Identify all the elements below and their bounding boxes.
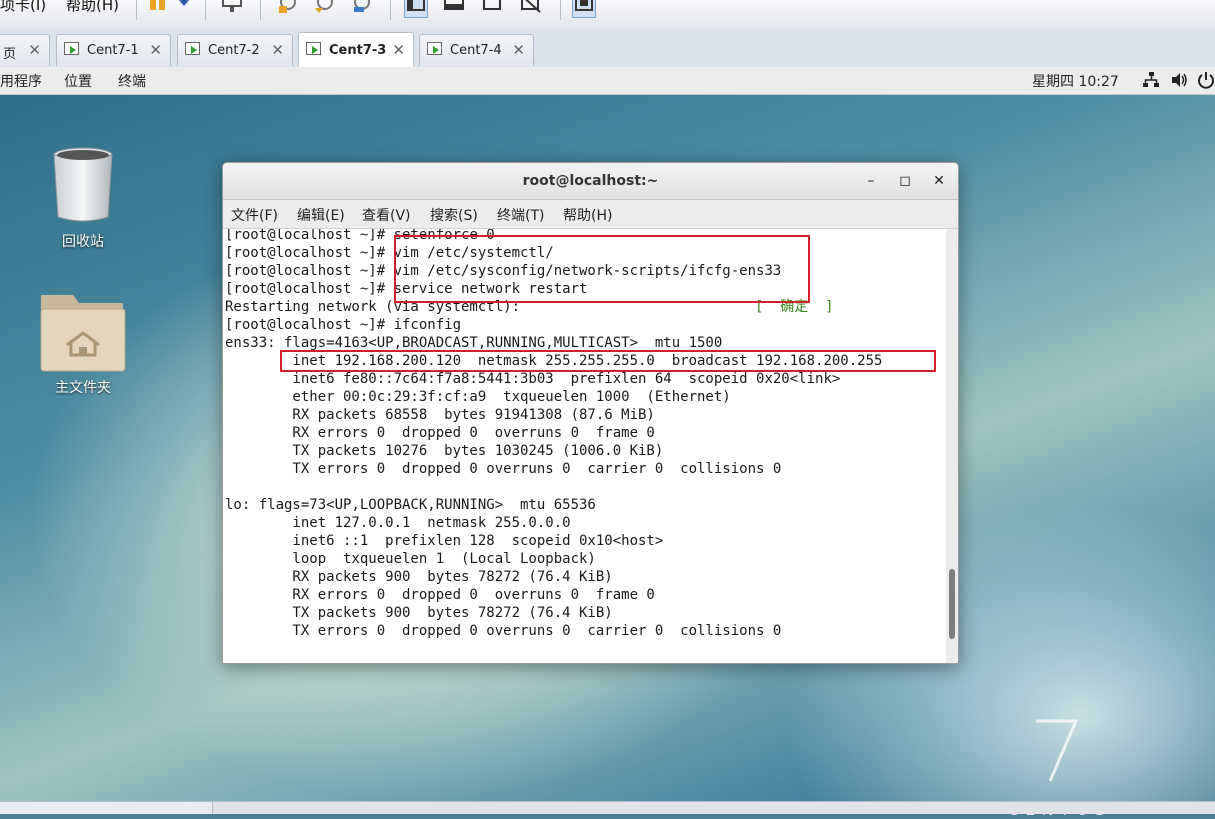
desktop-item-label: 主文件夹 xyxy=(55,380,111,396)
gnome-top-bar: 用程序 位置 终端 星期四 10:27 xyxy=(0,67,1215,95)
tab-label: Cent7-2 xyxy=(208,43,260,58)
toolbar-separator xyxy=(260,0,261,20)
desktop-item-trash[interactable]: 回收站 xyxy=(33,145,133,255)
vmware-tabbar: 页 ✕ Cent7-1 ✕ Cent7-2 ✕ Cent7-3 ✕ Cent7-… xyxy=(0,28,1215,68)
terminal-line: lo: flags=73<UP,LOOPBACK,RUNNING> mtu 65… xyxy=(225,497,596,513)
desktop-item-label: 回收站 xyxy=(62,234,104,250)
vm-icon xyxy=(64,42,79,55)
volume-icon[interactable] xyxy=(1170,71,1188,89)
close-icon[interactable]: ✕ xyxy=(28,41,41,59)
tab-label: Cent7-4 xyxy=(450,43,502,58)
tab-cent7-3[interactable]: Cent7-3 ✕ xyxy=(298,32,414,67)
places-menu[interactable]: 位置 xyxy=(64,71,92,91)
menu-terminal[interactable]: 终端(T) xyxy=(497,205,544,225)
applications-menu[interactable]: 用程序 xyxy=(0,71,42,91)
menu-search[interactable]: 搜索(S) xyxy=(430,205,478,225)
tab-cent7-1[interactable]: Cent7-1 ✕ xyxy=(56,34,171,66)
status-segment xyxy=(0,802,213,814)
terminal-menubar: 文件(F) 编辑(E) 查看(V) 搜索(S) 终端(T) 帮助(H) xyxy=(223,200,958,229)
revert-snapshot-icon[interactable] xyxy=(313,0,337,18)
close-icon[interactable]: ✕ xyxy=(392,41,405,59)
close-icon[interactable]: ✕ xyxy=(149,41,162,59)
close-icon[interactable]: ✕ xyxy=(512,41,525,59)
fullscreen-icon[interactable] xyxy=(480,0,504,18)
terminal-scrollbar[interactable] xyxy=(946,229,958,663)
terminal-line: RX errors 0 dropped 0 overruns 0 frame 0 xyxy=(225,425,655,441)
terminal-window: root@localhost:~ – ◻ ✕ 文件(F) 编辑(E) 查看(V)… xyxy=(222,162,959,664)
thumbnail-view-icon[interactable] xyxy=(572,0,596,18)
network-icon[interactable] xyxy=(1142,71,1160,89)
tab-label: Cent7-3 xyxy=(329,43,387,58)
menu-edit[interactable]: 编辑(E) xyxy=(297,205,345,225)
terminal-line: TX packets 10276 bytes 1030245 (1006.0 K… xyxy=(225,443,664,459)
terminal-line: TX errors 0 dropped 0 overruns 0 carrier… xyxy=(225,623,782,639)
tab-cent7-2[interactable]: Cent7-2 ✕ xyxy=(177,34,293,66)
tab-home[interactable]: 页 ✕ xyxy=(0,34,50,66)
vm-icon xyxy=(185,42,200,55)
toolbar-separator xyxy=(390,0,391,20)
highlight-commands-box xyxy=(394,235,810,303)
terminal-line: loop txqueuelen 1 (Local Loopback) xyxy=(225,551,596,567)
sidebar-view-icon[interactable] xyxy=(404,0,428,18)
terminal-line: TX errors 0 dropped 0 overruns 0 carrier… xyxy=(225,461,782,477)
clock[interactable]: 星期四 10:27 xyxy=(1032,71,1119,91)
dropdown-icon[interactable] xyxy=(174,0,198,18)
pause-icon[interactable] xyxy=(146,0,170,18)
terminal-line: ether 00:0c:29:3f:cf:a9 txqueuelen 1000 … xyxy=(225,389,731,405)
close-icon[interactable]: ✕ xyxy=(271,41,284,59)
vmware-statusbar xyxy=(0,801,1215,814)
maximize-button[interactable]: ◻ xyxy=(896,172,914,190)
terminal-output[interactable]: [root@localhost ~]# setenforce 0 [root@l… xyxy=(223,229,946,663)
terminal-line: inet 127.0.0.1 netmask 255.0.0.0 xyxy=(225,515,571,531)
vm-icon xyxy=(306,42,321,55)
terminal-menu[interactable]: 终端 xyxy=(118,71,146,91)
home-folder-icon xyxy=(40,295,126,372)
tab-label: Cent7-1 xyxy=(87,43,139,58)
terminal-line: inet6 fe80::7c64:f7a8:5441:3b03 prefixle… xyxy=(225,371,841,387)
terminal-line: RX packets 900 bytes 78272 (76.4 KiB) xyxy=(225,569,613,585)
minimize-button[interactable]: – xyxy=(862,172,880,190)
menu-help[interactable]: 帮助(H) xyxy=(66,0,119,15)
terminal-line: inet6 ::1 prefixlen 128 scopeid 0x10<hos… xyxy=(225,533,664,549)
highlight-inet-box xyxy=(280,350,936,372)
menu-view[interactable]: 查看(V) xyxy=(362,205,411,225)
menu-help[interactable]: 帮助(H) xyxy=(563,205,612,225)
toolbar-separator xyxy=(205,0,206,20)
tab-label: 页 xyxy=(3,47,17,62)
close-button[interactable]: ✕ xyxy=(930,172,948,190)
window-title: root@localhost:~ xyxy=(522,173,659,189)
terminal-line: [root@localhost ~]# ifconfig xyxy=(225,317,462,333)
terminal-line: TX packets 900 bytes 78272 (76.4 KiB) xyxy=(225,605,613,621)
toolbar-separator xyxy=(560,0,561,20)
terminal-line: RX errors 0 dropped 0 overruns 0 frame 0 xyxy=(225,587,655,603)
scrollbar-thumb[interactable] xyxy=(949,569,955,639)
menu-tabs[interactable]: 项卡(I) xyxy=(0,0,46,15)
trash-icon xyxy=(53,147,113,222)
terminal-line: RX packets 68558 bytes 91941308 (87.6 Mi… xyxy=(225,407,655,423)
console-view-icon[interactable] xyxy=(442,0,466,18)
menu-file[interactable]: 文件(F) xyxy=(231,205,278,225)
send-keys-icon[interactable] xyxy=(220,0,244,18)
desktop-item-home[interactable]: 主文件夹 xyxy=(33,291,133,401)
snapshot-icon[interactable] xyxy=(276,0,300,18)
vm-icon xyxy=(427,42,442,55)
centos-logo-numeral xyxy=(1036,719,1079,782)
tab-cent7-4[interactable]: Cent7-4 ✕ xyxy=(419,34,534,66)
unity-icon[interactable] xyxy=(518,0,542,18)
snapshot-manager-icon[interactable] xyxy=(350,0,374,18)
power-icon[interactable] xyxy=(1197,71,1215,89)
toolbar-separator xyxy=(136,0,137,20)
terminal-titlebar[interactable]: root@localhost:~ – ◻ ✕ xyxy=(223,163,958,200)
vmware-menubar: 项卡(I) 帮助(H) xyxy=(0,0,1215,29)
